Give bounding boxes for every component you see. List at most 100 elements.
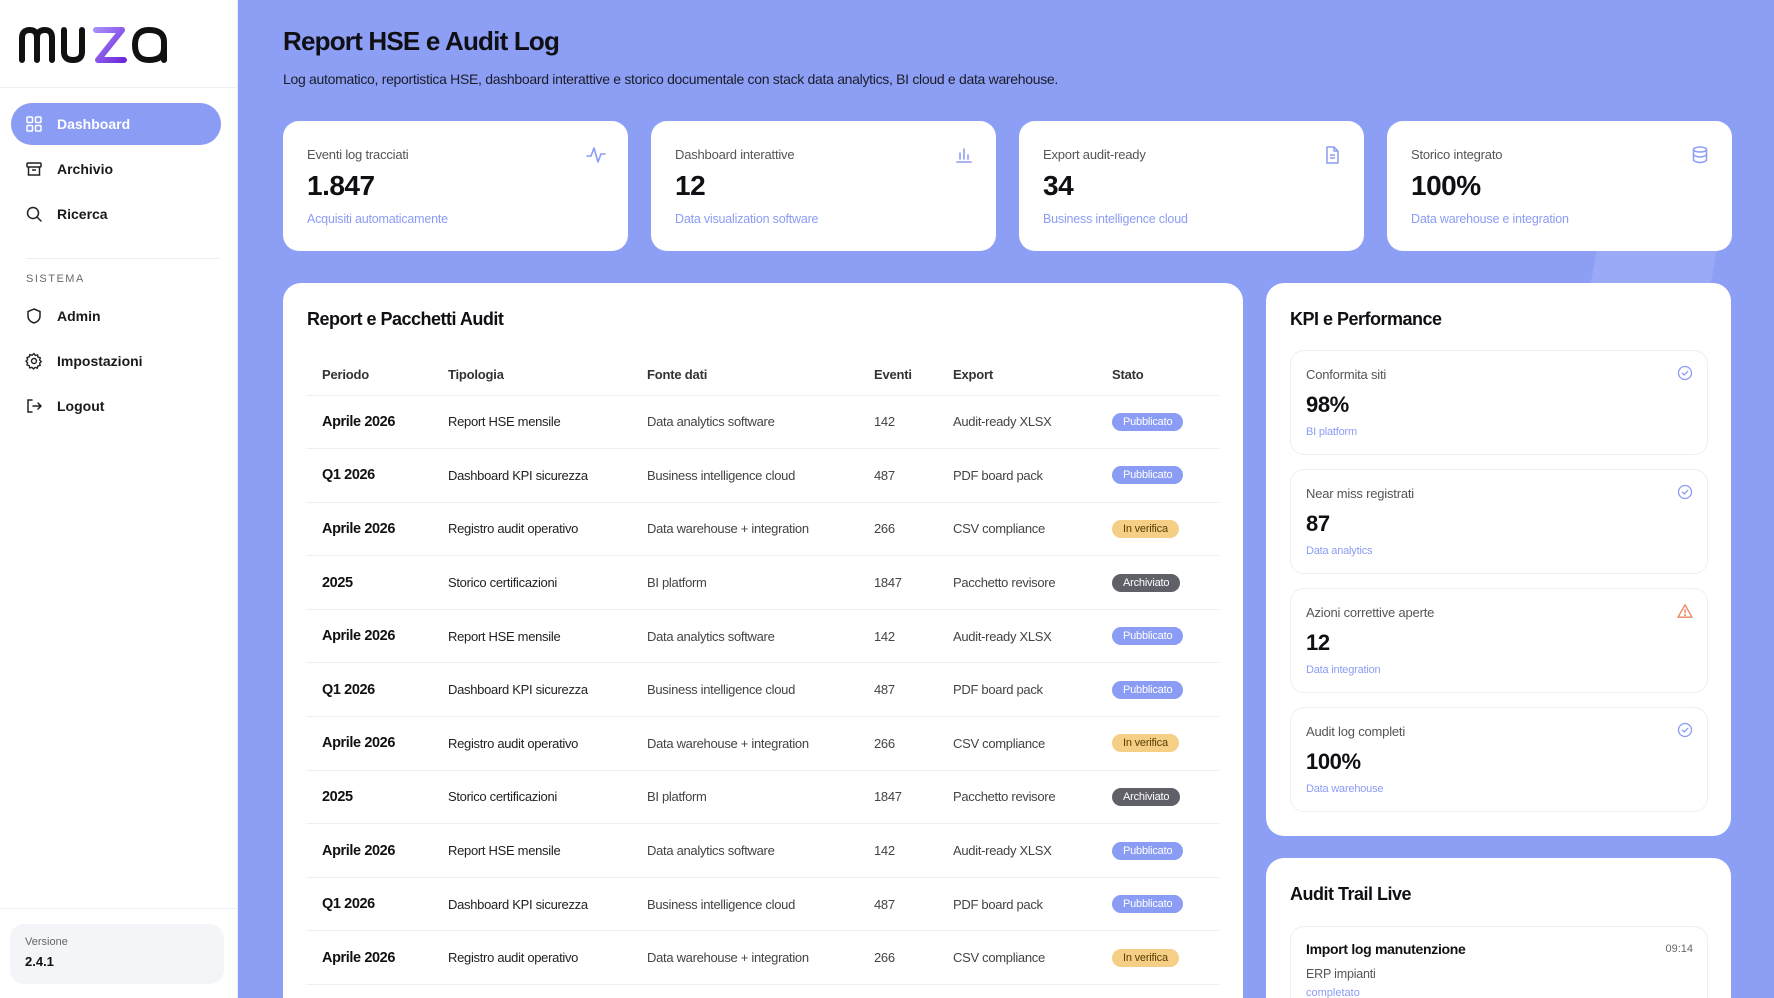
activity-icon <box>586 147 606 163</box>
kpi-sub: Data warehouse <box>1306 783 1384 795</box>
database-icon <box>1692 146 1708 164</box>
column-header[interactable]: Export <box>938 355 1097 396</box>
source-cell: BI platform <box>632 555 859 610</box>
nav-item-dashboard[interactable]: Dashboard <box>11 103 221 145</box>
source-cell: Data warehouse + integration <box>632 716 859 771</box>
type-cell: Registro audit operativo <box>433 716 632 771</box>
table-row[interactable]: Aprile 2026 Registro audit operativo Data … <box>307 930 1219 986</box>
export-cell: Pacchetto revisore <box>938 555 1097 610</box>
kpi-item-azioni[interactable]: Azioni correttive aperte 12 Data integra… <box>1290 588 1708 693</box>
status-cell: In verifica <box>1097 930 1219 986</box>
column-header[interactable]: Periodo <box>307 355 433 396</box>
table-row[interactable]: Q1 2026 Dashboard KPI sicurezza Business i… <box>307 448 1219 503</box>
stat-label: Export audit-ready <box>1043 147 1146 162</box>
kpi-label: Conformita siti <box>1306 367 1387 382</box>
kpi-label: Near miss registrati <box>1306 486 1414 501</box>
table-body: Aprile 2026 Report HSE mensile Data analyt… <box>307 395 1219 986</box>
type-cell: Dashboard KPI sicurezza <box>433 448 632 503</box>
trail-item[interactable]: Import log manutenzione 09:14 ERP impian… <box>1290 926 1708 998</box>
page-subtitle: Log automatico, reportistica HSE, dashbo… <box>283 71 1059 87</box>
kpi-value: 98% <box>1306 392 1349 417</box>
version-label: Versione <box>25 936 68 948</box>
type-cell: Registro audit operativo <box>433 502 632 557</box>
reports-title: Report e Pacchetti Audit <box>307 309 504 329</box>
column-header[interactable]: Stato <box>1097 355 1219 396</box>
period-cell: Q1 2026 <box>307 877 433 932</box>
period-cell: 2025 <box>307 770 433 825</box>
column-header[interactable]: Fonte dati <box>632 355 859 396</box>
bar-chart-icon <box>956 148 972 163</box>
muza-logo[interactable] <box>18 20 198 68</box>
sidebar-footer-divider <box>0 908 238 909</box>
export-cell: Pacchetto revisore <box>938 770 1097 825</box>
status-badge: Archiviato <box>1112 787 1181 806</box>
stat-card-storico[interactable]: Storico integrato 100% Data warehouse e … <box>1387 121 1732 251</box>
type-cell: Storico certificazioni <box>433 770 632 825</box>
table-row[interactable]: Aprile 2026 Registro audit operativo Data … <box>307 502 1219 557</box>
type-cell: Report HSE mensile <box>433 395 632 450</box>
table-row[interactable]: Aprile 2026 Report HSE mensile Data analyt… <box>307 395 1219 450</box>
period-cell: Aprile 2026 <box>307 609 433 664</box>
table-row[interactable]: Aprile 2026 Report HSE mensile Data analyt… <box>307 609 1219 664</box>
stat-label: Storico integrato <box>1411 147 1503 162</box>
period-cell: Aprile 2026 <box>307 823 433 878</box>
stat-card-export[interactable]: Export audit-ready 34 Business intellige… <box>1019 121 1364 251</box>
table-row[interactable]: Q1 2026 Dashboard KPI sicurezza Business i… <box>307 662 1219 718</box>
table-header-row: Periodo Tipologia Fonte dati Eventi Expo… <box>307 355 1219 396</box>
kpi-label: Audit log completi <box>1306 724 1406 739</box>
nav-item-archivio[interactable]: Archivio <box>11 148 221 190</box>
nav-label: Admin <box>57 308 101 324</box>
kpi-sub: Data integration <box>1306 664 1381 676</box>
status-cell: In verifica <box>1097 502 1219 557</box>
table-row[interactable]: 2025 Storico certificazioni BI platform 184… <box>307 555 1219 610</box>
nav-item-logout[interactable]: Logout <box>11 385 221 427</box>
kpi-item-conformita[interactable]: Conformita siti 98% BI platform <box>1290 350 1708 455</box>
source-cell: Business intelligence cloud <box>632 662 859 718</box>
nav-item-ricerca[interactable]: Ricerca <box>11 193 221 235</box>
table-row[interactable]: 2025 Storico certificazioni BI platform 184… <box>307 770 1219 825</box>
source-cell: BI platform <box>632 770 859 825</box>
type-cell: Dashboard KPI sicurezza <box>433 877 632 932</box>
status-cell: In verifica <box>1097 716 1219 771</box>
kpi-value: 12 <box>1306 630 1330 655</box>
stat-card-dashboard[interactable]: Dashboard interattive 12 Data visualizat… <box>651 121 996 251</box>
events-cell: 487 <box>859 662 938 718</box>
stat-sub: Data visualization software <box>675 212 819 226</box>
reports-card: Report e Pacchetti Audit Periodo Tipolog… <box>283 283 1243 998</box>
events-cell: 266 <box>859 502 938 557</box>
archive-icon <box>26 162 42 176</box>
logout-icon <box>27 399 43 413</box>
shield-icon <box>27 308 41 324</box>
export-cell: PDF board pack <box>938 877 1097 932</box>
column-header[interactable]: Tipologia <box>433 355 632 396</box>
table-row[interactable]: Q1 2026 Dashboard KPI sicurezza Business i… <box>307 877 1219 932</box>
export-cell: CSV compliance <box>938 930 1097 986</box>
table-row[interactable]: Aprile 2026 Report HSE mensile Data analyt… <box>307 823 1219 878</box>
events-cell: 1847 <box>859 770 938 825</box>
nav-label: Ricerca <box>57 206 108 222</box>
period-cell: 2025 <box>307 555 433 610</box>
events-cell: 266 <box>859 930 938 986</box>
nav-item-impostazioni[interactable]: Impostazioni <box>11 340 221 382</box>
trail-item-time: 09:14 <box>1665 943 1693 955</box>
type-cell: Report HSE mensile <box>433 823 632 878</box>
trail-item-status: completato <box>1306 987 1360 998</box>
kpi-card: KPI e Performance Conformita siti 98% BI… <box>1266 283 1731 836</box>
warning-icon <box>1677 604 1693 618</box>
kpi-item-audit-log[interactable]: Audit log completi 100% Data warehouse <box>1290 707 1708 812</box>
period-cell: Q1 2026 <box>307 448 433 503</box>
column-header[interactable]: Eventi <box>859 355 938 396</box>
export-cell: Audit-ready XLSX <box>938 609 1097 664</box>
status-cell: Archiviato <box>1097 555 1219 610</box>
stat-card-eventi[interactable]: Eventi log tracciati 1.847 Acquisiti aut… <box>283 121 628 251</box>
table-row[interactable]: Aprile 2026 Registro audit operativo Data … <box>307 716 1219 771</box>
status-cell: Pubblicato <box>1097 662 1219 718</box>
kpi-item-near-miss[interactable]: Near miss registrati 87 Data analytics <box>1290 469 1708 574</box>
events-cell: 142 <box>859 395 938 450</box>
gear-icon <box>25 352 42 370</box>
page-title: Report HSE e Audit Log <box>283 26 560 56</box>
grid-icon <box>26 116 42 132</box>
source-cell: Data warehouse + integration <box>632 930 859 986</box>
status-badge: Archiviato <box>1112 573 1181 592</box>
nav-item-admin[interactable]: Admin <box>11 295 221 337</box>
